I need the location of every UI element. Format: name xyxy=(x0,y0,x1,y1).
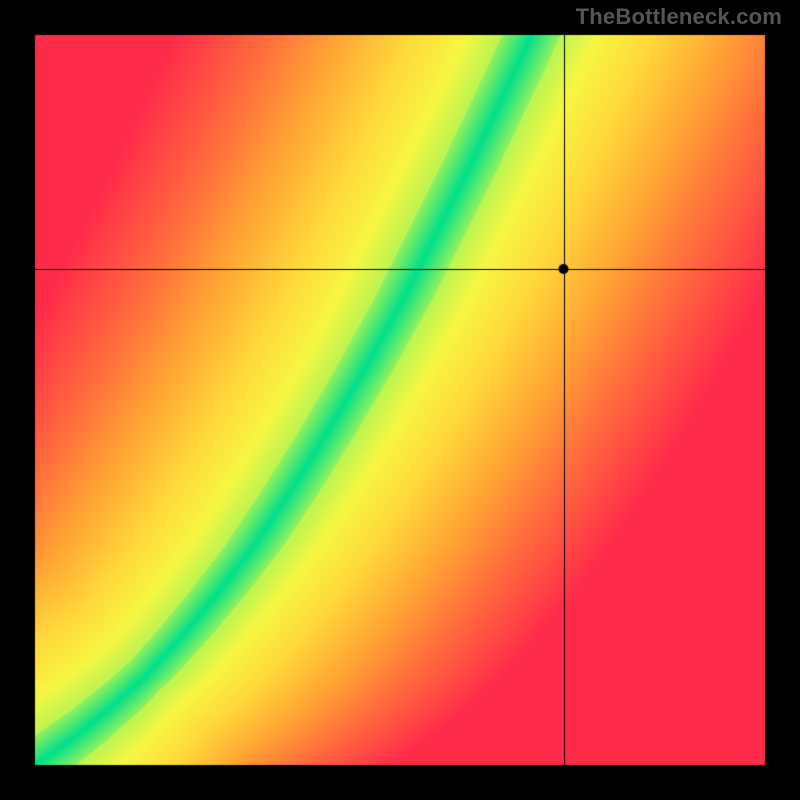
heatmap-canvas xyxy=(0,0,800,800)
chart-container: TheBottleneck.com xyxy=(0,0,800,800)
watermark-text: TheBottleneck.com xyxy=(576,4,782,30)
